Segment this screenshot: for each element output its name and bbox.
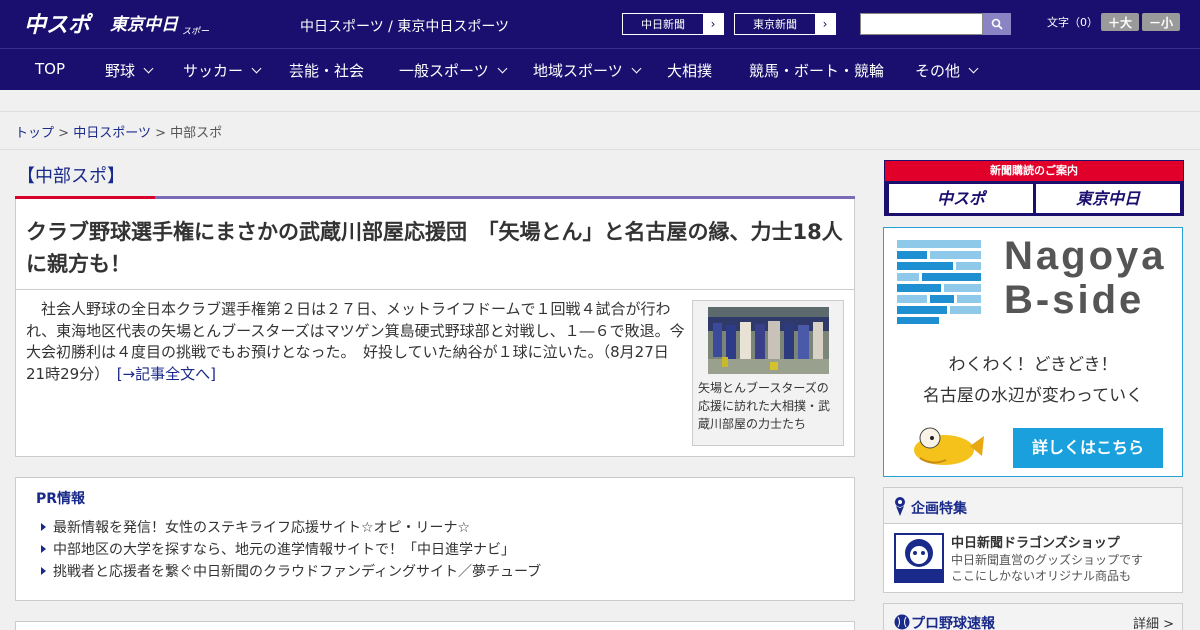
nav-label: 一般スポーツ [399,62,489,80]
subscribe-tokyo-chunichi[interactable]: 東京中日 [1036,184,1180,213]
chunichi-sports-logo[interactable]: 中スポ [24,8,102,38]
breadcrumb: トップ > 中日スポーツ > 中部スポ [15,122,222,141]
nav-item-baseball[interactable]: 野球 [105,60,154,81]
nav-label: TOP [35,60,66,78]
breadcrumb-separator: > [58,126,70,141]
pill-label: 中日新聞 [641,18,685,31]
subscribe-chunichi-sports[interactable]: 中スポ [889,184,1033,213]
nav-label: 地域スポーツ [533,62,623,80]
search-icon [991,18,1003,30]
chevron-down-icon [497,63,508,74]
site-links[interactable]: 中日スポーツ / 東京中日スポーツ [300,16,509,36]
svg-text:スポーツ: スポーツ [182,26,210,37]
baseball-scores-title: プロ野球速報 [911,616,995,630]
article-photo[interactable] [708,307,829,374]
nav-label: その他 [915,62,961,80]
section-title: 【中部スポ】 [17,166,125,187]
baseball-details-link[interactable]: 詳細 > [1133,613,1174,630]
chevron-down-icon [251,63,262,74]
chevron-down-icon [143,63,154,74]
chevron-down-icon [968,63,979,74]
nagoya-title-line: Nagoya [1004,234,1167,278]
font-size-increase-button[interactable]: ＋大 [1101,13,1139,31]
breadcrumb-separator: > [155,126,166,141]
nav-item-soccer[interactable]: サッカー [183,60,262,81]
nav-label: 野球 [105,62,136,80]
search-button[interactable] [983,13,1011,35]
nav-item-other[interactable]: その他 [915,60,979,81]
breadcrumb-top-link[interactable]: トップ [15,126,54,141]
baseball-icon [894,614,910,630]
font-size-label: 文字（0） [1047,16,1098,29]
special-features-title: 企画特集 [911,501,967,517]
dragons-shop-thumbnail[interactable] [894,533,944,583]
dragons-shop-title[interactable]: 中日新聞ドラゴンズショップ [951,532,1120,551]
chevron-right-icon: › [815,14,835,34]
article-headline[interactable]: クラブ野球選手権にまさかの武蔵川部屋応援団 「矢場とん」と名古屋の縁、力士18人… [26,216,856,280]
article-photo-box: 矢場とんブースターズの応援に訪れた大相撲・武蔵川部屋の力士たち [692,300,844,446]
nav-label: サッカー [183,62,244,80]
dragons-mascot-icon [896,539,942,581]
subscription-banner[interactable]: 新聞購読のご案内 中スポ 東京中日 [884,160,1184,216]
breadcrumb-current: 中部スポ [170,126,223,141]
spacer-bar [0,90,1200,112]
nagoya-ad-title: Nagoya B-side [1004,234,1167,322]
shrimp-mascot-icon [914,427,984,465]
nav-label: 競馬・ボート・競輪 [749,62,885,80]
subscription-heading: 新聞購読のご案内 [885,161,1183,181]
ribbon-icon [895,497,905,516]
top-header: 中スポ 東京中日 スポーツ 中日スポーツ / 東京中日スポーツ 中日新聞 › 東… [0,0,1200,48]
nav-item-general-sports[interactable]: 一般スポーツ [399,60,508,81]
baseball-scores-box: プロ野球速報 詳細 > [883,603,1183,630]
photo-image [708,307,829,374]
font-size-decrease-button[interactable]: －小 [1142,13,1180,31]
next-section-card [15,621,855,630]
pr-item[interactable]: 挑戦者と応援者を繋ぐ中日新聞のクラウドファンディングサイト／夢チューブ [40,561,541,581]
divider [16,289,854,290]
breadcrumb-bar: トップ > 中日スポーツ > 中部スポ [0,112,1200,150]
nav-item-local-sports[interactable]: 地域スポーツ [533,60,642,81]
shop-desc-line: 中日新聞直営のグッズショップです [951,553,1144,567]
photo-caption: 矢場とんブースターズの応援に訪れた大相撲・武蔵川部屋の力士たち [698,381,831,431]
nav-item-top[interactable]: TOP [35,60,65,78]
nagoya-title-line: B-side [1004,278,1145,322]
svg-text:中スポ: 中スポ [24,12,94,38]
nagoya-details-button[interactable]: 詳しくはこちら [1013,428,1163,468]
chevron-down-icon [631,63,642,74]
special-features-box: 企画特集 中日新聞ドラゴンズショップ 中日新聞直営のグッズショップです ここにし… [883,487,1183,593]
dragons-shop-description: 中日新聞直営のグッズショップです ここにしかないオリジナル商品も [951,552,1143,584]
article-summary: 社会人野球の全日本クラブ選手権第２日は２７日、メットライフドームで１回戦４試合が… [26,299,686,385]
tokyo-chunichi-sports-logo[interactable]: 東京中日 スポーツ [110,10,210,38]
nav-label: 芸能・社会 [289,62,365,80]
special-features-header: 企画特集 [884,488,1182,524]
chevron-right-icon: › [703,14,723,34]
pr-item[interactable]: 最新情報を発信！女性のステキライフ応援サイト☆オピ・リーナ☆ [40,517,470,537]
breadcrumb-section-link[interactable]: 中日スポーツ [73,126,151,141]
nav-label: 大相撲 [667,62,713,80]
nav-item-entertainment[interactable]: 芸能・社会 [289,60,364,81]
chunichi-shimbun-link[interactable]: 中日新聞 › [622,13,724,35]
read-more-link[interactable]: [→記事全文へ] [117,365,216,383]
nagoya-tagline: 名古屋の水辺が変わっていく [922,386,1144,406]
nav-item-sumo[interactable]: 大相撲 [667,60,712,81]
shop-desc-line: ここにしかないオリジナル商品も [951,569,1132,583]
nagoya-logo-mark [897,240,981,324]
svg-text:東京中日: 東京中日 [110,15,179,35]
main-nav: TOP 野球 サッカー 芸能・社会 一般スポーツ 地域スポーツ 大相撲 競馬・ボ… [0,48,1200,90]
nav-item-racing[interactable]: 競馬・ボート・競輪 [749,60,884,81]
pr-item[interactable]: 中部地区の大学を探すなら、地元の進学情報サイトで！「中日進学ナビ」 [41,539,515,559]
nagoya-tagline: わくわく！どきどき！ [948,355,1118,375]
nagoya-b-side-ad[interactable]: Nagoya B-side わくわく！どきどき！ 名古屋の水辺が変わっていく 詳… [883,227,1183,477]
tokyo-shimbun-link[interactable]: 東京新聞 › [734,13,836,35]
search-input[interactable] [860,13,983,35]
pr-title: PR情報 [36,491,86,507]
pill-label: 東京新聞 [753,18,797,31]
